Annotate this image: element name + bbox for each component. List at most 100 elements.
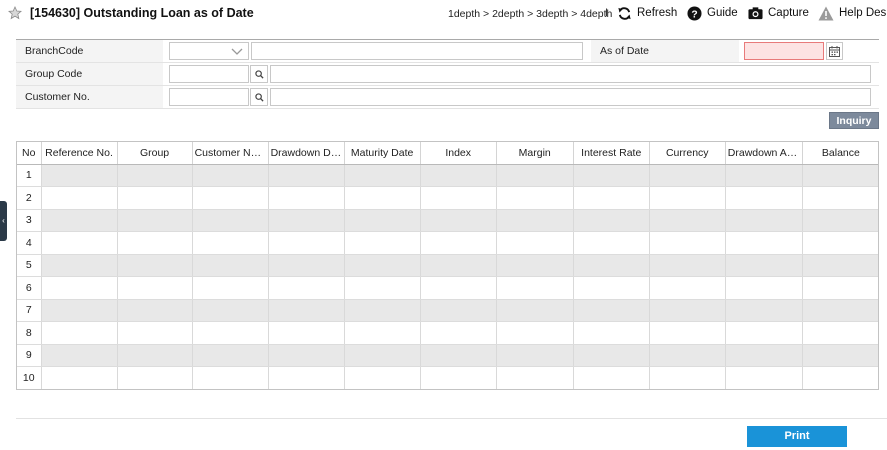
column-header[interactable]: Drawdown Date bbox=[268, 142, 345, 165]
table-cell[interactable] bbox=[268, 276, 345, 300]
table-cell[interactable] bbox=[117, 344, 193, 367]
column-header[interactable]: Interest Rate bbox=[573, 142, 650, 165]
table-cell[interactable] bbox=[344, 299, 421, 322]
table-cell[interactable] bbox=[117, 299, 193, 322]
table-row[interactable]: 4 bbox=[17, 231, 878, 255]
table-cell[interactable] bbox=[344, 321, 421, 345]
table-cell[interactable] bbox=[41, 231, 118, 255]
guide-button[interactable]: ? Guide bbox=[687, 5, 738, 21]
table-cell[interactable] bbox=[573, 231, 650, 255]
table-cell[interactable] bbox=[420, 276, 497, 300]
table-cell[interactable] bbox=[117, 366, 193, 389]
table-cell[interactable] bbox=[344, 209, 421, 232]
table-cell[interactable] bbox=[573, 366, 650, 389]
table-cell[interactable] bbox=[649, 186, 726, 210]
table-cell[interactable] bbox=[802, 231, 878, 255]
table-cell[interactable] bbox=[802, 186, 878, 210]
table-cell[interactable] bbox=[649, 254, 726, 277]
table-cell[interactable] bbox=[192, 366, 269, 389]
table-cell[interactable] bbox=[420, 209, 497, 232]
column-header[interactable]: Reference No. bbox=[41, 142, 118, 165]
table-cell[interactable] bbox=[725, 344, 803, 367]
table-cell[interactable] bbox=[192, 209, 269, 232]
table-cell[interactable] bbox=[268, 344, 345, 367]
capture-button[interactable]: Capture bbox=[748, 5, 809, 21]
table-cell[interactable] bbox=[725, 321, 803, 345]
table-cell[interactable] bbox=[496, 231, 574, 255]
calendar-button[interactable] bbox=[826, 42, 843, 60]
customer-no-input[interactable] bbox=[169, 88, 249, 106]
table-row[interactable]: 3 bbox=[17, 209, 878, 232]
table-cell[interactable] bbox=[725, 231, 803, 255]
column-header[interactable]: No bbox=[17, 142, 42, 165]
as-of-date-input[interactable] bbox=[744, 42, 824, 60]
table-cell[interactable] bbox=[41, 321, 118, 345]
table-cell[interactable] bbox=[802, 164, 878, 187]
table-cell[interactable] bbox=[420, 164, 497, 187]
table-cell[interactable] bbox=[192, 276, 269, 300]
table-cell[interactable] bbox=[573, 344, 650, 367]
table-cell[interactable] bbox=[344, 254, 421, 277]
table-cell[interactable] bbox=[268, 164, 345, 187]
table-cell[interactable] bbox=[268, 299, 345, 322]
branch-code-select[interactable] bbox=[169, 42, 249, 60]
table-cell[interactable] bbox=[344, 186, 421, 210]
column-header[interactable]: Currency bbox=[649, 142, 726, 165]
inquiry-button[interactable]: Inquiry bbox=[829, 112, 879, 129]
table-cell[interactable] bbox=[192, 231, 269, 255]
refresh-button[interactable]: Refresh bbox=[617, 5, 677, 21]
table-cell[interactable] bbox=[117, 321, 193, 345]
table-cell[interactable] bbox=[802, 366, 878, 389]
table-cell[interactable] bbox=[725, 209, 803, 232]
table-cell[interactable] bbox=[41, 276, 118, 300]
table-cell[interactable] bbox=[420, 231, 497, 255]
table-cell[interactable] bbox=[649, 164, 726, 187]
column-header[interactable]: Balance bbox=[802, 142, 878, 165]
table-cell[interactable] bbox=[725, 186, 803, 210]
table-cell[interactable] bbox=[496, 254, 574, 277]
table-cell[interactable] bbox=[41, 164, 118, 187]
table-cell[interactable] bbox=[725, 366, 803, 389]
table-cell[interactable] bbox=[725, 299, 803, 322]
column-header[interactable]: Index bbox=[420, 142, 497, 165]
table-cell[interactable] bbox=[802, 276, 878, 300]
table-cell[interactable] bbox=[649, 321, 726, 345]
table-cell[interactable] bbox=[573, 186, 650, 210]
group-code-input[interactable] bbox=[169, 65, 249, 83]
table-cell[interactable] bbox=[573, 254, 650, 277]
table-cell[interactable] bbox=[117, 254, 193, 277]
table-row[interactable]: 1 bbox=[17, 164, 878, 187]
table-row[interactable]: 10 bbox=[17, 366, 878, 389]
table-cell[interactable] bbox=[192, 299, 269, 322]
table-cell[interactable] bbox=[344, 344, 421, 367]
table-cell[interactable] bbox=[344, 366, 421, 389]
table-cell[interactable] bbox=[420, 321, 497, 345]
table-cell[interactable] bbox=[649, 344, 726, 367]
side-panel-toggle[interactable]: ‹ bbox=[0, 201, 7, 241]
table-cell[interactable] bbox=[41, 254, 118, 277]
table-cell[interactable] bbox=[725, 276, 803, 300]
table-cell[interactable] bbox=[41, 344, 118, 367]
table-cell[interactable] bbox=[573, 299, 650, 322]
column-header[interactable]: Customer Name bbox=[192, 142, 269, 165]
help-desk-button[interactable]: Help Desk bbox=[818, 5, 887, 21]
table-cell[interactable] bbox=[420, 344, 497, 367]
table-cell[interactable] bbox=[496, 321, 574, 345]
table-cell[interactable] bbox=[268, 209, 345, 232]
table-cell[interactable] bbox=[802, 299, 878, 322]
table-cell[interactable] bbox=[802, 344, 878, 367]
column-header[interactable]: Drawdown Am… bbox=[725, 142, 803, 165]
column-header[interactable]: Group bbox=[117, 142, 193, 165]
table-cell[interactable] bbox=[41, 299, 118, 322]
table-cell[interactable] bbox=[496, 344, 574, 367]
table-cell[interactable] bbox=[420, 254, 497, 277]
table-row[interactable]: 9 bbox=[17, 344, 878, 367]
table-row[interactable]: 7 bbox=[17, 299, 878, 322]
table-cell[interactable] bbox=[192, 186, 269, 210]
table-cell[interactable] bbox=[802, 321, 878, 345]
table-cell[interactable] bbox=[573, 209, 650, 232]
table-cell[interactable] bbox=[496, 209, 574, 232]
column-header[interactable]: Margin bbox=[496, 142, 574, 165]
table-cell[interactable] bbox=[802, 254, 878, 277]
table-cell[interactable] bbox=[41, 366, 118, 389]
